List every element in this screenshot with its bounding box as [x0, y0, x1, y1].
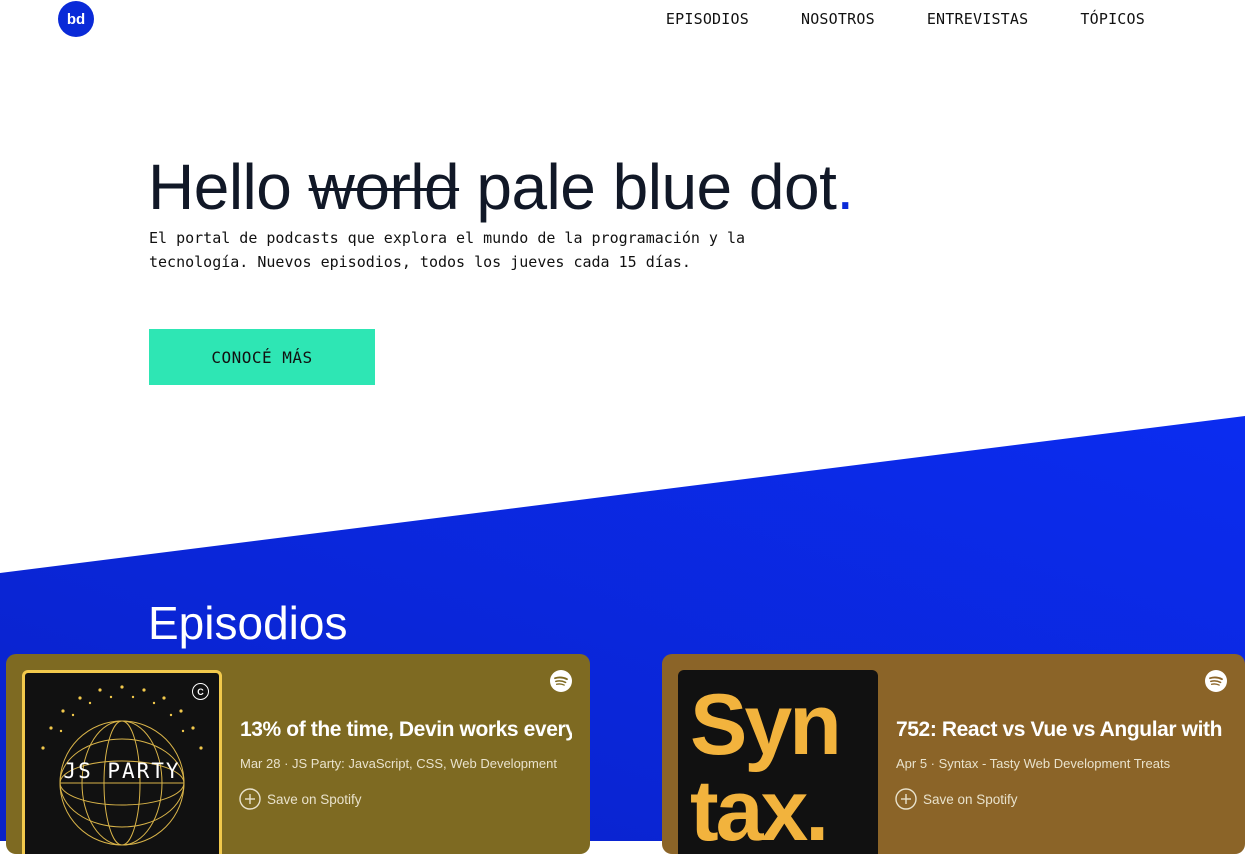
spotify-icon[interactable] — [549, 669, 573, 693]
cover-title-line2: tax. — [690, 763, 829, 854]
nav-episodios[interactable]: EPISODIOS — [666, 10, 749, 28]
plus-circle-icon — [239, 788, 261, 810]
hero-title: Hello world pale blue dot. — [148, 150, 854, 224]
main-nav: EPISODIOS NOSOTROS ENTREVISTAS TÓPICOS — [666, 10, 1145, 28]
cover-title: JS PARTY — [63, 759, 181, 783]
episode-meta: Mar 28 · JS Party: JavaScript, CSS, Web … — [240, 756, 557, 771]
hero-title-end: pale blue dot — [459, 151, 837, 223]
episode-title[interactable]: 752: React vs Vue vs Angular with — [896, 718, 1228, 742]
episode-cover-jsparty: C JS PARTY — [22, 670, 222, 854]
episode-card[interactable]: C JS PARTY 13% of the time, Devin works … — [6, 654, 590, 854]
plus-circle-icon — [895, 788, 917, 810]
episode-card[interactable]: Syn tax. 752: React vs Vue vs Angular wi… — [662, 654, 1245, 854]
episode-cover-syntax: Syn tax. — [678, 670, 878, 854]
save-label: Save on Spotify — [923, 791, 1018, 807]
cover-title-line1: Syn — [690, 677, 842, 773]
episodios-heading: Episodios — [148, 597, 348, 649]
episode-title[interactable]: 13% of the time, Devin works every time — [240, 718, 572, 742]
nav-topicos[interactable]: TÓPICOS — [1080, 10, 1145, 28]
spotify-icon[interactable] — [1204, 669, 1228, 693]
site-logo[interactable]: bd — [58, 1, 94, 37]
hero-title-dot: . — [836, 151, 854, 223]
save-on-spotify-button[interactable]: Save on Spotify — [895, 788, 1018, 810]
nav-nosotros[interactable]: NOSOTROS — [801, 10, 875, 28]
conoce-mas-button[interactable]: CONOCÉ MÁS — [149, 329, 375, 385]
save-on-spotify-button[interactable]: Save on Spotify — [239, 788, 362, 810]
nav-entrevistas[interactable]: ENTREVISTAS — [927, 10, 1029, 28]
hero-title-strikethrough: world — [308, 151, 460, 223]
episode-meta: Apr 5 · Syntax - Tasty Web Development T… — [896, 756, 1171, 771]
save-label: Save on Spotify — [267, 791, 362, 807]
cover-badge: C — [192, 683, 209, 700]
hero-description: El portal de podcasts que explora el mun… — [149, 229, 746, 271]
hero-title-start: Hello — [148, 151, 309, 223]
